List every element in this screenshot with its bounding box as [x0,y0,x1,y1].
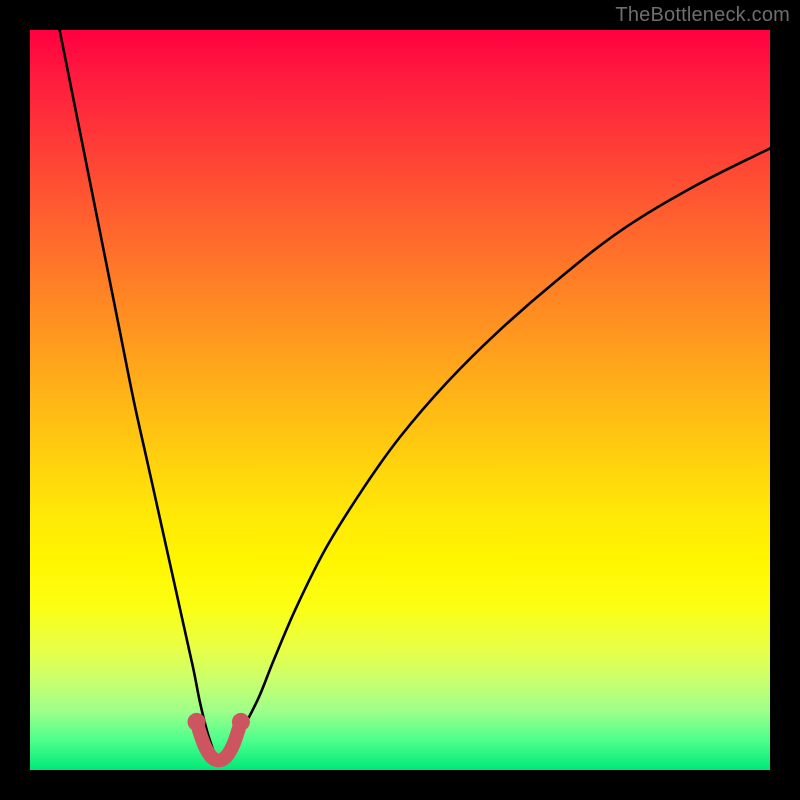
right-curve [230,148,770,755]
marker-end-dot [232,713,250,731]
curve-layer [30,30,770,770]
watermark-text: TheBottleneck.com [615,4,790,27]
marker-end-dot [188,713,206,731]
left-curve [60,30,215,755]
chart-frame: TheBottleneck.com [0,0,800,800]
plot-area [30,30,770,770]
bottom-marker-dots [188,713,250,731]
